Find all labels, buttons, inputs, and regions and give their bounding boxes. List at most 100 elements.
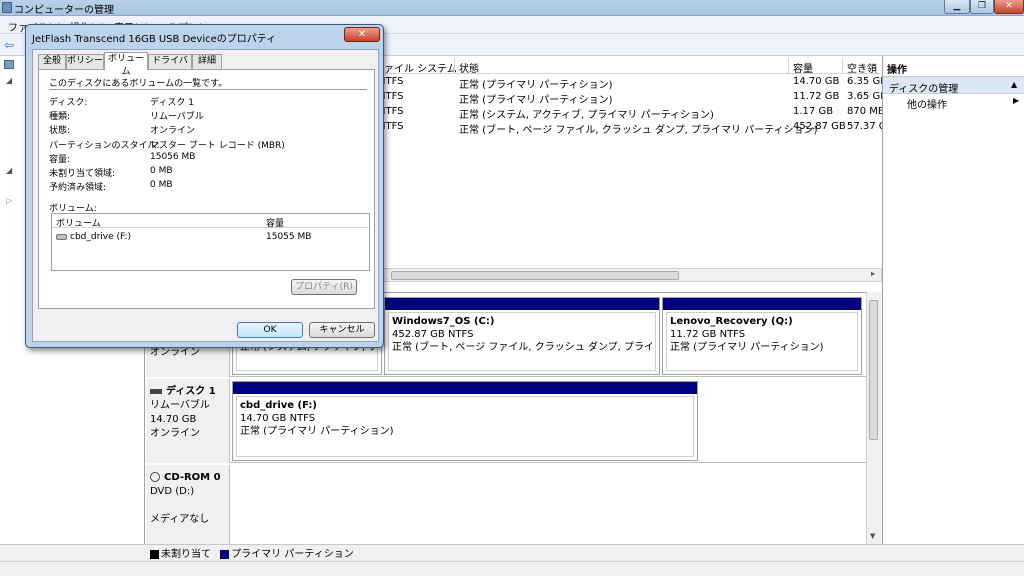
scroll-thumb[interactable] bbox=[391, 271, 679, 280]
maximize-button[interactable]: ❐ bbox=[970, 0, 994, 14]
cdrom-media: メディアなし bbox=[150, 514, 210, 525]
prop-label: 未割り当て領域: bbox=[49, 169, 116, 179]
legend-primary: プライマリ パーティション bbox=[231, 549, 354, 560]
collapse-arrow-icon[interactable]: ▲ bbox=[1011, 80, 1017, 89]
tab-panel-volumes: このディスクにあるボリュームの一覧です。 ディスク: ディスク 1 種類: リム… bbox=[38, 69, 375, 309]
actions-pane: 操作 ディスクの管理 ▲ 他の操作 ▶ bbox=[882, 56, 1024, 544]
window-titlebar: コンピューターの管理 ▁ ❐ ✕ bbox=[0, 0, 1024, 16]
prop-label: 種類: bbox=[49, 112, 71, 122]
column-size[interactable]: 容量 bbox=[266, 216, 284, 229]
disk-1-row: ディスク 1 リムーバブル 14.70 GB オンライン cbd_drive (… bbox=[146, 379, 866, 463]
minimize-button[interactable]: ▁ bbox=[944, 0, 970, 14]
submenu-arrow-icon: ▶ bbox=[1013, 96, 1020, 105]
actions-section-disk-management[interactable]: ディスクの管理 ▲ bbox=[883, 76, 1024, 95]
computer-icon bbox=[4, 60, 14, 69]
close-button[interactable]: ✕ bbox=[994, 0, 1024, 14]
prop-label: 容量: bbox=[49, 155, 71, 165]
partition-size: 11.72 GB NTFS bbox=[670, 329, 746, 340]
back-arrow-icon[interactable]: ⇦ bbox=[4, 38, 14, 52]
partition-status: 正常 (プライマリ パーティション) bbox=[240, 426, 394, 437]
status-bar: 未割り当て プライマリ パーティション bbox=[0, 544, 1024, 576]
tab-driver[interactable]: ドライバー bbox=[148, 54, 192, 79]
prop-label: 状態: bbox=[49, 126, 71, 136]
partition-status: 正常 (ブート, ページ ファイル, クラッシュ ダンプ, プライマリ パ bbox=[392, 342, 652, 353]
dialog-title: JetFlash Transcend 16GB USB Deviceのプロパティ bbox=[32, 34, 277, 45]
drive-icon bbox=[56, 234, 67, 240]
actions-other[interactable]: 他の操作 ▶ bbox=[907, 96, 1021, 111]
cancel-button[interactable]: キャンセル bbox=[309, 322, 375, 338]
unallocated-swatch bbox=[150, 549, 159, 559]
cdrom-icon bbox=[150, 472, 160, 482]
divider bbox=[49, 89, 367, 90]
column-capacity[interactable]: 容量 bbox=[793, 60, 813, 75]
partition-name: Windows7_OS (C:) bbox=[392, 316, 495, 327]
column-volume[interactable]: ボリューム bbox=[56, 216, 101, 229]
dialog-body: 全般 ポリシー ボリューム ドライバー 詳細 このディスクにあるボリュームの一覧… bbox=[32, 49, 379, 342]
partition-name: cbd_drive (F:) bbox=[240, 400, 317, 411]
partition-bar bbox=[385, 298, 659, 310]
prop-value: 15056 MB bbox=[150, 152, 196, 162]
partition-windows7-os[interactable]: Windows7_OS (C:) 452.87 GB NTFS 正常 (ブート,… bbox=[384, 297, 660, 375]
tab-details[interactable]: 詳細 bbox=[192, 54, 222, 69]
column-divider bbox=[788, 58, 789, 74]
properties-button[interactable]: プロパティ(R) bbox=[291, 279, 357, 295]
actions-header: 操作 bbox=[887, 65, 907, 76]
column-free[interactable]: 空き領 bbox=[847, 60, 877, 75]
disk-properties-dialog: JetFlash Transcend 16GB USB Deviceのプロパティ… bbox=[25, 24, 384, 348]
scroll-right-icon[interactable]: ▸ bbox=[871, 269, 875, 278]
prop-value: ディスク 1 bbox=[150, 98, 194, 108]
computer-management-icon bbox=[2, 2, 12, 13]
prop-value: リムーバブル bbox=[150, 112, 204, 122]
tab-policy[interactable]: ポリシー bbox=[66, 54, 104, 69]
prop-value: マスター ブート レコード (MBR) bbox=[150, 141, 285, 151]
cdrom-drive: DVD (D:) bbox=[150, 486, 195, 497]
tab-volumes[interactable]: ボリューム bbox=[104, 52, 148, 77]
scroll-down-icon[interactable]: ▼ bbox=[870, 532, 875, 540]
disk-1-name: ディスク 1 bbox=[166, 386, 216, 397]
column-divider bbox=[454, 58, 455, 74]
partition-bar bbox=[233, 382, 697, 394]
partition-size: 452.87 GB NTFS bbox=[392, 329, 474, 340]
tree-expander-icon[interactable]: ◢ bbox=[6, 166, 12, 175]
cdrom-row: CD-ROM 0 DVD (D:) メディアなし bbox=[146, 465, 866, 545]
tree-expander-icon[interactable]: ▷ bbox=[6, 196, 12, 205]
prop-value: オンライン bbox=[150, 126, 196, 136]
scroll-thumb[interactable] bbox=[869, 300, 878, 440]
graph-vscrollbar[interactable]: ▼ bbox=[866, 292, 881, 544]
cdrom-label[interactable]: CD-ROM 0 DVD (D:) メディアなし bbox=[146, 465, 230, 545]
column-status[interactable]: 状態 bbox=[459, 60, 479, 75]
prop-label: 予約済み領域: bbox=[49, 183, 107, 193]
prop-value: 0 MB bbox=[150, 166, 173, 176]
disk-1-size: 14.70 GB bbox=[150, 414, 197, 425]
partition-cbd-drive[interactable]: cbd_drive (F:) 14.70 GB NTFS 正常 (プライマリ パ… bbox=[232, 381, 698, 461]
primary-swatch bbox=[220, 549, 230, 559]
tree-expander-icon[interactable]: ◢ bbox=[6, 76, 12, 85]
partition-lenovo-recovery[interactable]: Lenovo_Recovery (Q:) 11.72 GB NTFS 正常 (プ… bbox=[662, 297, 862, 375]
volume-list-hscrollbar[interactable]: ▸ bbox=[382, 268, 882, 282]
tab-general[interactable]: 全般 bbox=[38, 54, 66, 69]
disk-1-label[interactable]: ディスク 1 リムーバブル 14.70 GB オンライン bbox=[146, 379, 230, 463]
disk-icon bbox=[150, 388, 162, 394]
volume-listview[interactable]: ボリューム 容量 cbd_drive (F:) 15055 MB bbox=[51, 213, 370, 271]
legend: 未割り当て プライマリ パーティション bbox=[146, 545, 354, 560]
column-divider bbox=[842, 58, 843, 74]
disk-1-status: オンライン bbox=[150, 428, 200, 439]
window-title: コンピューターの管理 bbox=[14, 5, 114, 16]
disk-1-type: リムーバブル bbox=[150, 400, 210, 411]
partition-name: Lenovo_Recovery (Q:) bbox=[670, 316, 793, 327]
prop-value: 0 MB bbox=[150, 180, 173, 190]
column-filesystem[interactable]: ァイル システム bbox=[384, 60, 457, 75]
prop-label: ディスク: bbox=[49, 98, 88, 108]
status-strip bbox=[0, 561, 1024, 577]
dialog-close-button[interactable]: ✕ bbox=[344, 27, 380, 42]
volume-list-header: ボリューム 容量 bbox=[52, 214, 369, 229]
partition-size: 14.70 GB NTFS bbox=[240, 413, 316, 424]
partition-bar bbox=[663, 298, 861, 310]
prop-label: パーティションのスタイル: bbox=[49, 141, 160, 151]
ok-button[interactable]: OK bbox=[237, 322, 303, 338]
legend-unallocated: 未割り当て bbox=[161, 549, 211, 560]
partition-status: 正常 (プライマリ パーティション) bbox=[670, 342, 824, 353]
volumes-intro: このディスクにあるボリュームの一覧です。 bbox=[49, 79, 228, 89]
cdrom-name: CD-ROM 0 bbox=[164, 472, 221, 483]
list-item[interactable]: cbd_drive (F:) 15055 MB bbox=[52, 232, 369, 245]
